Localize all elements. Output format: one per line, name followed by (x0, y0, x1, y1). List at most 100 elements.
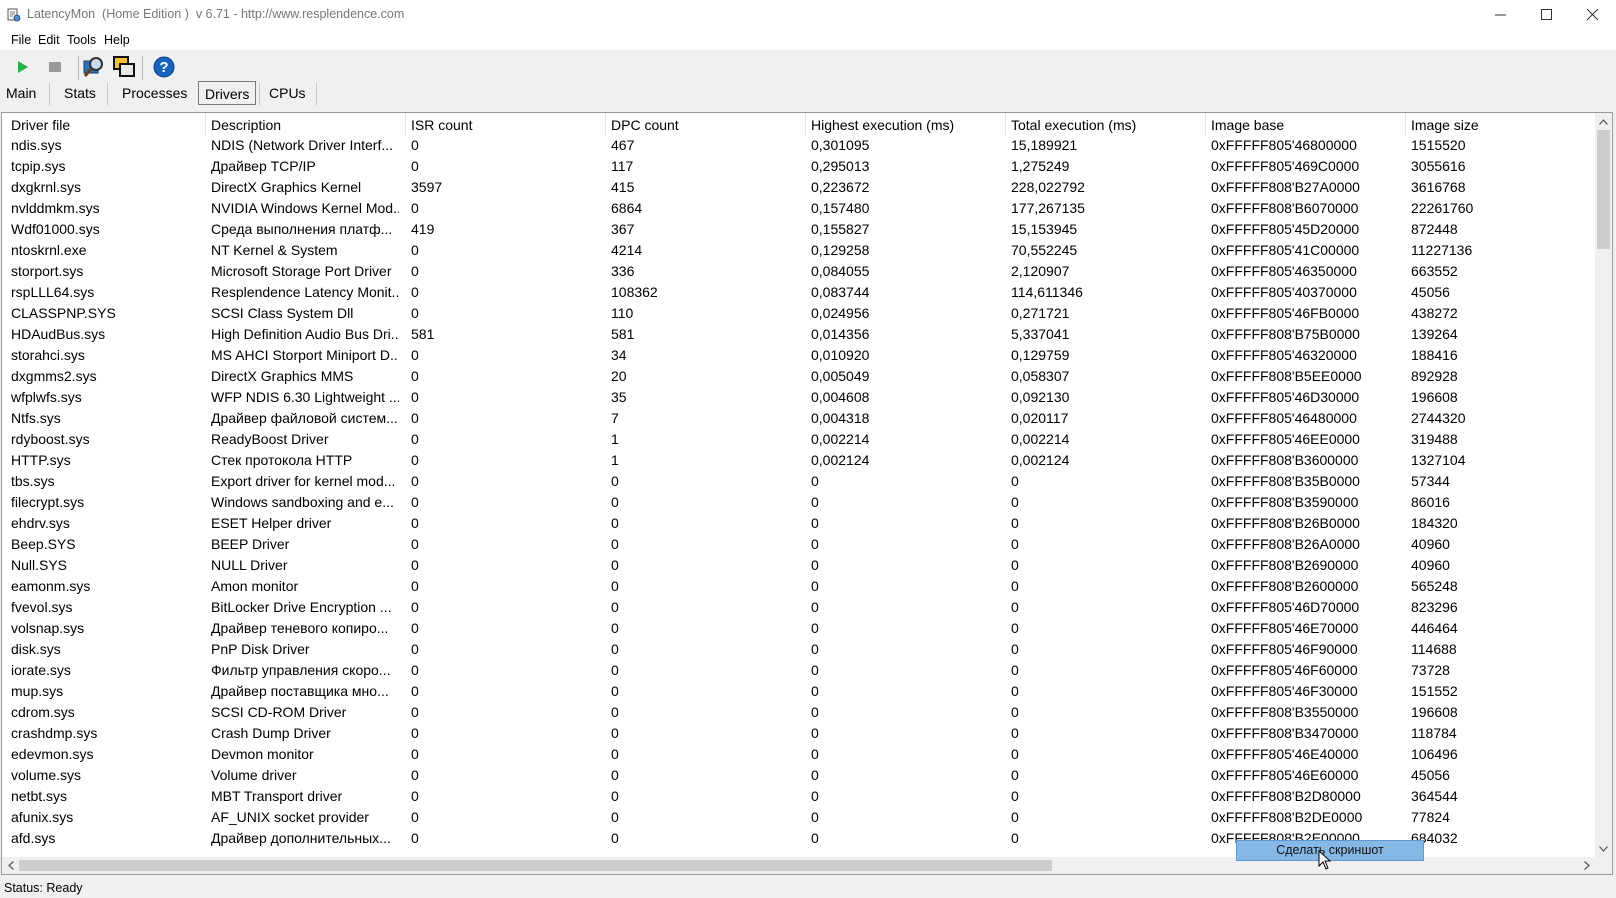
cell-total-execution: 15,153945 (1011, 221, 1078, 237)
start-button[interactable] (9, 54, 35, 80)
cell-image-base: 0xFFFFF808'B6070000 (1211, 200, 1359, 216)
cell-highest-execution: 0 (811, 536, 819, 552)
cell-driver-file: filecrypt.sys (11, 494, 85, 510)
column-divider[interactable] (405, 113, 406, 135)
search-button[interactable] (81, 54, 107, 80)
table-row[interactable]: eamonm.sys Amon monitor 0 0 0 0 0xFFFFF808'B26… (2, 576, 1592, 597)
table-row[interactable]: Wdf01000.sys Среда выполнения платф... 419… (2, 219, 1592, 240)
cell-image-size: 45056 (1411, 284, 1450, 300)
menu-tools[interactable]: Tools (67, 33, 96, 47)
cell-dpc-count: 4214 (611, 242, 643, 258)
tab-stats[interactable]: Stats (64, 85, 96, 101)
minimize-button[interactable] (1478, 0, 1524, 30)
cell-description: BitLocker Drive Encryption ... (211, 599, 392, 615)
table-row[interactable]: volsnap.sys Драйвер теневого копиро... 0 0 0… (2, 618, 1592, 639)
column-divider[interactable] (1205, 113, 1206, 135)
column-divider[interactable] (1405, 113, 1406, 135)
cell-isr-count: 0 (411, 305, 419, 321)
table-row[interactable]: tbs.sys Export driver for kernel mod... 0 0… (2, 471, 1592, 492)
cell-dpc-count: 1 (611, 431, 619, 447)
table-row[interactable]: nvlddmkm.sys NVIDIA Windows Kernel Mod...… (2, 198, 1592, 219)
table-row[interactable]: dxgkrnl.sys DirectX Graphics Kernel 3597 41… (2, 177, 1592, 198)
menu-edit[interactable]: Edit (38, 33, 60, 47)
cell-image-size: 106496 (1411, 746, 1458, 762)
table-row[interactable]: HDAudBus.sys High Definition Audio Bus Dr… (2, 324, 1592, 345)
cell-total-execution: 70,552245 (1011, 242, 1078, 258)
tab-cpus[interactable]: CPUs (269, 85, 306, 101)
help-icon: ? (153, 56, 175, 78)
table-row[interactable]: afunix.sys AF_UNIX socket provider 0 0 0 0 0xF… (2, 807, 1592, 828)
scroll-down-button[interactable] (1595, 840, 1612, 857)
menu-help[interactable]: Help (104, 33, 130, 47)
close-button[interactable] (1570, 0, 1616, 30)
tab-main[interactable]: Main (6, 85, 36, 101)
table-row[interactable]: dxgmms2.sys DirectX Graphics MMS 0 20 0,0050… (2, 366, 1592, 387)
cell-image-size: 188416 (1411, 347, 1458, 363)
table-row[interactable]: iorate.sys Фильтр управления скоро... 0 0 0 0… (2, 660, 1592, 681)
cell-description: ESET Helper driver (211, 515, 332, 531)
horizontal-scroll-thumb[interactable] (19, 860, 1052, 871)
cell-dpc-count: 0 (611, 557, 619, 573)
cell-isr-count: 0 (411, 746, 419, 762)
app-icon (7, 8, 21, 22)
table-row[interactable]: Null.SYS NULL Driver 0 0 0 0 0xFFFFF808'B26900… (2, 555, 1592, 576)
table-row[interactable]: ntoskrnl.exe NT Kernel & System 0 4214 0,129… (2, 240, 1592, 261)
table-row[interactable]: volume.sys Volume driver 0 0 0 0 0xFFFFF805'46… (2, 765, 1592, 786)
table-row[interactable]: mup.sys Драйвер поставщика мно... 0 0 0 0 0xFF… (2, 681, 1592, 702)
table-row[interactable]: storport.sys Microsoft Storage Port Drive… (2, 261, 1592, 282)
table-row[interactable]: fvevol.sys BitLocker Drive Encryption ...… (2, 597, 1592, 618)
table-row[interactable]: netbt.sys MBT Transport driver 0 0 0 0 0xFFFFF… (2, 786, 1592, 807)
cell-total-execution: 177,267135 (1011, 200, 1085, 216)
table-row[interactable]: crashdmp.sys Crash Dump Driver 0 0 0 0 0xFFFFF… (2, 723, 1592, 744)
table-row[interactable]: cdrom.sys SCSI CD-ROM Driver 0 0 0 0 0xFFFFF80… (2, 702, 1592, 723)
cell-dpc-count: 0 (611, 578, 619, 594)
cell-isr-count: 3597 (411, 179, 443, 195)
scroll-right-button[interactable] (1578, 857, 1595, 874)
table-row[interactable]: edevmon.sys Devmon monitor 0 0 0 0 0xFFFFF805'… (2, 744, 1592, 765)
scroll-up-button[interactable] (1595, 113, 1612, 130)
menu-file[interactable]: File (11, 33, 31, 47)
cell-highest-execution: 0,005049 (811, 368, 870, 384)
cell-description: Volume driver (211, 767, 297, 783)
cell-dpc-count: 1 (611, 452, 619, 468)
column-divider[interactable] (805, 113, 806, 135)
table-row[interactable]: Beep.SYS BEEP Driver 0 0 0 0 0xFFFFF808'B26A00… (2, 534, 1592, 555)
table-row[interactable]: storahci.sys MS AHCI Storport Miniport D.… (2, 345, 1592, 366)
table-row[interactable]: wfplwfs.sys WFP NDIS 6.30 Lightweight ...… (2, 387, 1592, 408)
cell-highest-execution: 0 (811, 767, 819, 783)
cell-isr-count: 0 (411, 620, 419, 636)
cell-total-execution: 0 (1011, 620, 1019, 636)
maximize-button[interactable] (1524, 0, 1570, 30)
table-row[interactable]: rspLLL64.sys Resplendence Latency Monit..… (2, 282, 1592, 303)
cell-image-size: 684032 (1411, 830, 1458, 846)
column-divider[interactable] (1005, 113, 1006, 135)
table-row[interactable]: tcpip.sys Драйвер TCP/IP 0 117 0,295013 1,275… (2, 156, 1592, 177)
cell-total-execution: 0 (1011, 725, 1019, 741)
drivers-table[interactable]: Driver file Description ISR count DPC co… (1, 112, 1613, 875)
vertical-scroll-thumb[interactable] (1597, 130, 1610, 249)
windows-button[interactable] (111, 54, 137, 80)
column-divider[interactable] (605, 113, 606, 135)
vertical-scrollbar[interactable] (1595, 113, 1612, 857)
table-row[interactable]: filecrypt.sys Windows sandboxing and e...… (2, 492, 1592, 513)
table-row[interactable]: HTTP.sys Стек протокола HTTP 0 1 0,002124 0,0… (2, 450, 1592, 471)
cell-highest-execution: 0 (811, 746, 819, 762)
column-divider[interactable] (205, 113, 206, 135)
table-row[interactable]: ehdrv.sys ESET Helper driver 0 0 0 0 0xFFFFF80… (2, 513, 1592, 534)
tab-processes[interactable]: Processes (122, 85, 187, 101)
stop-button[interactable] (42, 54, 68, 80)
table-row[interactable]: rdyboost.sys ReadyBoost Driver 0 1 0,002214 0… (2, 429, 1592, 450)
cell-isr-count: 0 (411, 200, 419, 216)
cell-description: Драйвер теневого копиро... (211, 620, 389, 636)
scroll-left-button[interactable] (2, 857, 19, 874)
tab-separator (316, 83, 317, 105)
help-button[interactable]: ? (151, 54, 177, 80)
table-row[interactable]: CLASSPNP.SYS SCSI Class System Dll 0 110 0,0… (2, 303, 1592, 324)
tab-drivers[interactable]: Drivers (198, 81, 257, 105)
table-row[interactable]: disk.sys PnP Disk Driver 0 0 0 0 0xFFFFF805'46… (2, 639, 1592, 660)
cell-isr-count: 0 (411, 242, 419, 258)
cell-dpc-count: 0 (611, 704, 619, 720)
table-row[interactable]: ndis.sys NDIS (Network Driver Interf... 0 4… (2, 135, 1592, 156)
cell-highest-execution: 0,010920 (811, 347, 870, 363)
table-row[interactable]: Ntfs.sys Драйвер файловой систем... 0 7 0,00… (2, 408, 1592, 429)
